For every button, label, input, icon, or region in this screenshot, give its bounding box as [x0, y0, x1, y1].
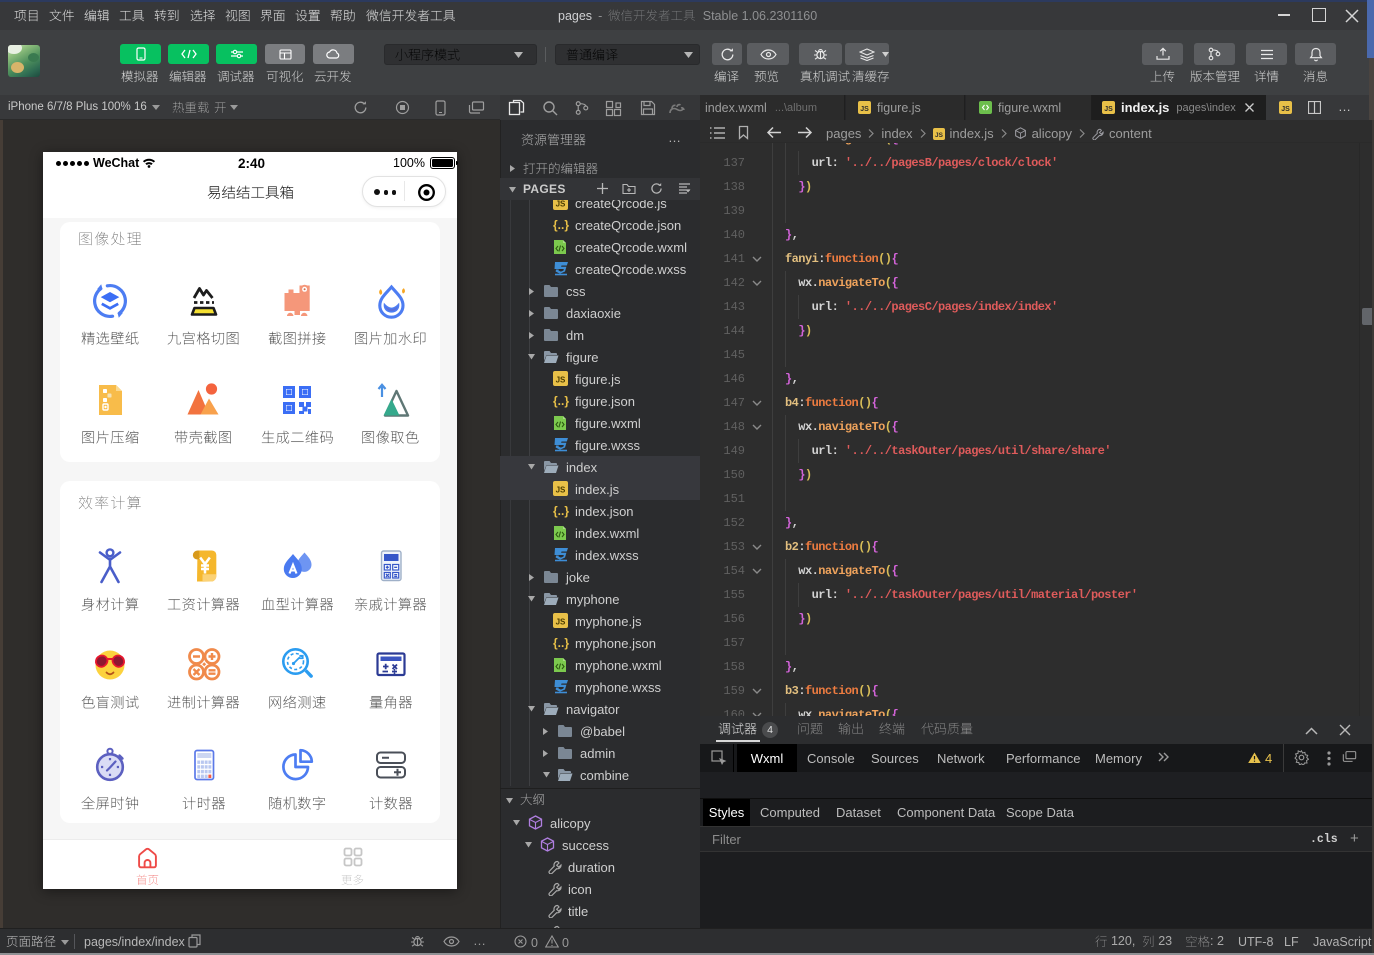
svg-text:{..}: {..}: [553, 636, 569, 650]
svg-text:JS: JS: [556, 376, 566, 385]
svg-text:JS: JS: [1281, 106, 1290, 113]
svg-text:JS: JS: [556, 618, 566, 627]
svg-text:{..}: {..}: [553, 504, 569, 518]
svg-text:JS: JS: [860, 106, 869, 113]
svg-text:{..}: {..}: [553, 394, 569, 408]
svg-text:JS: JS: [556, 486, 566, 495]
svg-text:JS: JS: [556, 200, 566, 209]
svg-text:{..}: {..}: [553, 218, 569, 232]
svg-text:JS: JS: [935, 132, 944, 139]
svg-text:JS: JS: [1104, 106, 1113, 113]
